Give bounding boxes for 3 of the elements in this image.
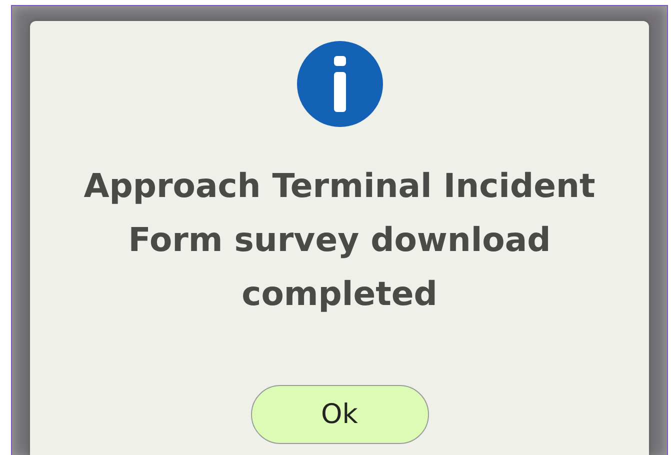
ok-button[interactable]: Ok [250, 385, 428, 444]
info-icon [296, 41, 382, 127]
dialog-message: Approach Terminal Incident Form survey download completed [82, 165, 596, 315]
